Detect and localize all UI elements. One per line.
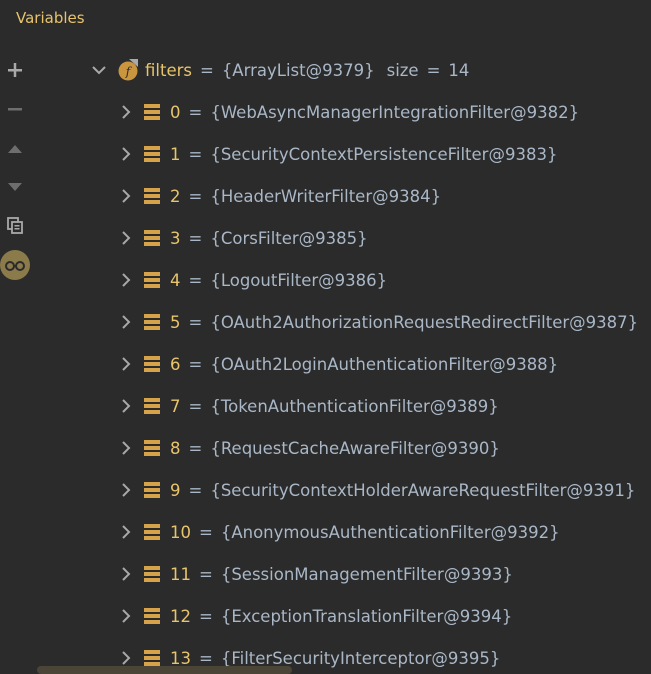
array-element-icon: [144, 230, 160, 246]
variables-panel: Variables f filters = {ArrayList@9379} s…: [0, 0, 651, 674]
equals-sign: =: [199, 60, 214, 80]
element-index: 13: [170, 648, 191, 668]
element-index: 2: [170, 186, 181, 206]
tree-row-item-9[interactable]: 9 = {SecurityContextHolderAwareRequestFi…: [118, 476, 635, 504]
array-element-icon: [144, 398, 160, 414]
tree-row-item-0[interactable]: 0 = {WebAsyncManagerIntegrationFilter@93…: [118, 98, 579, 126]
element-value: {OAuth2LoginAuthenticationFilter@9388}: [210, 354, 559, 374]
element-value: {HeaderWriterFilter@9384}: [210, 186, 442, 206]
array-element-icon: [144, 566, 160, 582]
equals-sign: =: [199, 522, 213, 542]
equals-sign: =: [188, 144, 203, 164]
size-value: 14: [448, 60, 470, 80]
chevron-right-icon[interactable]: [118, 230, 134, 246]
chevron-right-icon[interactable]: [118, 608, 134, 624]
chevron-right-icon[interactable]: [118, 524, 134, 540]
array-element-icon: [144, 608, 160, 624]
chevron-right-icon[interactable]: [118, 104, 134, 120]
tree-row-item-2[interactable]: 2 = {HeaderWriterFilter@9384}: [118, 182, 441, 210]
tree-row-filters[interactable]: f filters = {ArrayList@9379} size = 14: [91, 56, 469, 84]
tree-row-item-10[interactable]: 10 = {AnonymousAuthenticationFilter@9392…: [118, 518, 560, 546]
equals-sign: =: [188, 102, 203, 122]
element-index: 3: [170, 228, 181, 248]
chevron-right-icon[interactable]: [118, 356, 134, 372]
element-index: 10: [170, 522, 191, 542]
tree-row-item-4[interactable]: 4 = {LogoutFilter@9386}: [118, 266, 387, 294]
element-index: 1: [170, 144, 181, 164]
horizontal-scrollbar[interactable]: [37, 666, 292, 674]
chevron-right-icon[interactable]: [118, 440, 134, 456]
tree-row-item-11[interactable]: 11 = {SessionManagementFilter@9393}: [118, 560, 513, 588]
element-value: {SecurityContextPersistenceFilter@9383}: [210, 144, 558, 164]
variable-name: filters: [145, 60, 192, 80]
array-element-icon: [144, 356, 160, 372]
array-element-icon: [144, 272, 160, 288]
element-index: 5: [170, 312, 181, 332]
variable-value: {ArrayList@9379}: [221, 60, 375, 80]
array-element-icon: [144, 314, 160, 330]
element-value: {LogoutFilter@9386}: [210, 270, 388, 290]
chevron-right-icon[interactable]: [118, 650, 134, 666]
size-equals: =: [426, 60, 441, 80]
array-element-icon: [144, 524, 160, 540]
tree-row-item-6[interactable]: 6 = {OAuth2LoginAuthenticationFilter@938…: [118, 350, 558, 378]
tree-row-item-3[interactable]: 3 = {CorsFilter@9385}: [118, 224, 368, 252]
chevron-right-icon[interactable]: [118, 146, 134, 162]
array-element-icon: [144, 188, 160, 204]
element-value: {SessionManagementFilter@9393}: [220, 564, 513, 584]
element-value: {FilterSecurityInterceptor@9395}: [220, 648, 501, 668]
tree-row-item-1[interactable]: 1 = {SecurityContextPersistenceFilter@93…: [118, 140, 557, 168]
tree-row-item-5[interactable]: 5 = {OAuth2AuthorizationRequestRedirectF…: [118, 308, 638, 336]
element-value: {AnonymousAuthenticationFilter@9392}: [220, 522, 560, 542]
array-element-icon: [144, 104, 160, 120]
chevron-down-icon[interactable]: [91, 62, 107, 78]
element-index: 11: [170, 564, 191, 584]
array-element-icon: [144, 650, 160, 666]
equals-sign: =: [188, 438, 203, 458]
variables-tree: f filters = {ArrayList@9379} size = 14 0…: [0, 0, 651, 674]
size-label: size: [386, 60, 419, 80]
equals-sign: =: [199, 606, 213, 626]
equals-sign: =: [188, 354, 203, 374]
array-element-icon: [144, 440, 160, 456]
chevron-right-icon[interactable]: [118, 188, 134, 204]
element-value: {WebAsyncManagerIntegrationFilter@9382}: [210, 102, 580, 122]
equals-sign: =: [188, 396, 203, 416]
element-index: 8: [170, 438, 181, 458]
element-index: 0: [170, 102, 181, 122]
element-value: {ExceptionTranslationFilter@9394}: [220, 606, 513, 626]
array-element-icon: [144, 482, 160, 498]
equals-sign: =: [188, 228, 203, 248]
equals-sign: =: [199, 648, 213, 668]
element-value: {RequestCacheAwareFilter@9390}: [210, 438, 500, 458]
element-value: {CorsFilter@9385}: [210, 228, 368, 248]
equals-sign: =: [188, 312, 203, 332]
element-index: 7: [170, 396, 181, 416]
element-index: 6: [170, 354, 181, 374]
element-value: {SecurityContextHolderAwareRequestFilter…: [210, 480, 636, 500]
tree-row-item-7[interactable]: 7 = {TokenAuthenticationFilter@9389}: [118, 392, 499, 420]
equals-sign: =: [188, 480, 203, 500]
element-index: 12: [170, 606, 191, 626]
chevron-right-icon[interactable]: [118, 398, 134, 414]
chevron-right-icon[interactable]: [118, 482, 134, 498]
element-value: {TokenAuthenticationFilter@9389}: [210, 396, 499, 416]
tree-row-item-12[interactable]: 12 = {ExceptionTranslationFilter@9394}: [118, 602, 512, 630]
equals-sign: =: [188, 186, 203, 206]
array-element-icon: [144, 146, 160, 162]
equals-sign: =: [199, 564, 213, 584]
element-value: {OAuth2AuthorizationRequestRedirectFilte…: [210, 312, 639, 332]
tree-row-item-8[interactable]: 8 = {RequestCacheAwareFilter@9390}: [118, 434, 500, 462]
chevron-right-icon[interactable]: [118, 314, 134, 330]
element-index: 4: [170, 270, 181, 290]
equals-sign: =: [188, 270, 203, 290]
element-index: 9: [170, 480, 181, 500]
chevron-right-icon[interactable]: [118, 272, 134, 288]
chevron-right-icon[interactable]: [118, 566, 134, 582]
field-icon: f: [117, 59, 139, 81]
